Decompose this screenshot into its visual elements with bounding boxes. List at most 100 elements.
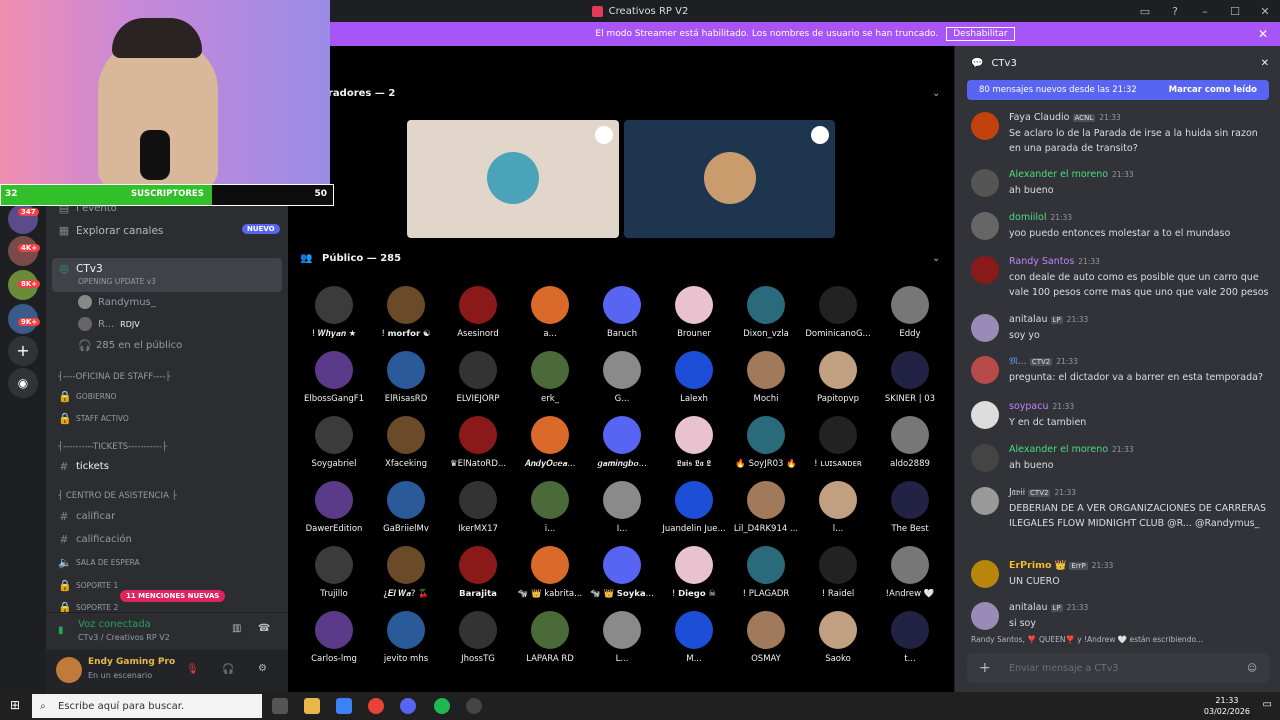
audience-member[interactable]: !Andrew 🤍	[874, 546, 946, 610]
channel-soporte1[interactable]: SOPORTE 1	[76, 581, 118, 590]
message-author[interactable]: Alexander el moreno	[1009, 169, 1108, 180]
channel-tickets[interactable]: tickets	[76, 461, 109, 472]
channel-soporte2[interactable]: SOPORTE 2	[76, 603, 118, 612]
speaker-card[interactable]	[407, 120, 619, 238]
audience-member[interactable]: SKINER | 03	[874, 351, 946, 415]
audience-member[interactable]: i...	[514, 481, 586, 545]
maximize-button[interactable]: ☐	[1220, 5, 1250, 18]
explore-channels[interactable]: Explorar canales	[76, 225, 163, 237]
disable-streamer-button[interactable]: Deshabilitar	[946, 27, 1015, 41]
taskbar-search[interactable]: ⌕ Escribe aquí para buscar.	[32, 694, 262, 718]
avatar[interactable]	[971, 314, 999, 342]
message-author[interactable]: J𝔞𝔳𝔦𝔦	[1009, 487, 1025, 498]
channel-sala[interactable]: SALA DE ESPERA	[76, 558, 140, 567]
audience-member[interactable]: JhossTG	[442, 611, 514, 675]
settings-icon[interactable]: ⚙	[258, 663, 267, 674]
message-author[interactable]: soypacu	[1009, 401, 1048, 412]
obs-icon[interactable]	[466, 698, 482, 714]
avatar[interactable]	[971, 487, 999, 515]
audience-member[interactable]: l...	[802, 481, 874, 545]
audience-member[interactable]: ! PLAGADR	[730, 546, 802, 610]
audience-member[interactable]: Lalexh	[658, 351, 730, 415]
explorer-icon[interactable]	[304, 698, 320, 714]
message-author[interactable]: 𝔐...	[1009, 356, 1027, 367]
speaker-card[interactable]	[624, 120, 835, 238]
audience-member[interactable]: ElRisasRD	[370, 351, 442, 415]
explore-icon[interactable]: ◉	[8, 368, 38, 398]
user-name[interactable]: Endy Gaming Pro	[88, 657, 175, 667]
message-author[interactable]: Alexander el moreno	[1009, 444, 1108, 455]
audience-member[interactable]: 𝗕𝗮𝗿𝗮𝗷𝗶𝘁𝗮	[442, 546, 514, 610]
chrome-icon[interactable]	[368, 698, 384, 714]
channel-calificar[interactable]: calificar	[76, 511, 115, 522]
close-banner-icon[interactable]: ✕	[1258, 27, 1268, 41]
audience-member[interactable]: erk_	[514, 351, 586, 415]
audience-member[interactable]: M...	[658, 611, 730, 675]
audience-member[interactable]: OSMAY	[730, 611, 802, 675]
avatar[interactable]	[971, 169, 999, 197]
collapse-icon[interactable]: ⌄	[932, 253, 940, 264]
audience-member[interactable]: 🐄 👑 𝗦𝗼𝘆𝗸𝗮...	[586, 546, 658, 610]
message-author[interactable]: 𝗘𝗿𝗣𝗿𝗶𝗺𝗼 👑	[1009, 560, 1066, 571]
start-icon[interactable]: ⊞	[10, 698, 20, 712]
audience-member[interactable]: Trujillo	[298, 546, 370, 610]
audience-member[interactable]: Soygabriel	[298, 416, 370, 480]
channel-gobierno[interactable]: GOBIERNO	[76, 392, 117, 401]
audience-member[interactable]: ! 𝗗𝗶𝗲𝗴𝗼 ☠	[658, 546, 730, 610]
close-chat-icon[interactable]: ✕	[1261, 58, 1269, 69]
avatar[interactable]	[971, 560, 999, 588]
soundboard-icon[interactable]: ▥	[232, 623, 241, 634]
audience-member[interactable]: DawerEdition	[298, 481, 370, 545]
discord-icon[interactable]	[400, 698, 416, 714]
audience-member[interactable]: 𝕷𝖚𝖎𝖘 𝕷𝖆 𝕷	[658, 416, 730, 480]
audience-member[interactable]: 🐄 👑 kabrita...	[514, 546, 586, 610]
minimize-button[interactable]: –	[1190, 5, 1220, 18]
audience-member[interactable]: 🔥 SoyJR03 🔥	[730, 416, 802, 480]
audience-member[interactable]: Xfaceking	[370, 416, 442, 480]
taskview-icon[interactable]	[272, 698, 288, 714]
emoji-icon[interactable]: ☺	[1247, 663, 1257, 674]
message-author[interactable]: anitalau	[1009, 314, 1048, 325]
audience-member[interactable]: Asesinord	[442, 286, 514, 350]
disconnect-icon[interactable]: ☎	[258, 623, 270, 634]
audience-member[interactable]: ELVIEJORP	[442, 351, 514, 415]
add-server-icon[interactable]: +	[8, 336, 38, 366]
avatar[interactable]	[971, 256, 999, 284]
avatar[interactable]	[971, 112, 999, 140]
message-author[interactable]: anitalau	[1009, 602, 1048, 613]
close-button[interactable]: ✕	[1250, 5, 1280, 18]
spotify-icon[interactable]	[434, 698, 450, 714]
audience-member[interactable]: 𝒈𝒂𝒎𝒊𝒏𝒈𝒃𝒐...	[586, 416, 658, 480]
audience-member[interactable]: Juandelin Jue...	[658, 481, 730, 545]
audience-member[interactable]: Baruch	[586, 286, 658, 350]
audience-member[interactable]: ! 𝑾𝒉𝒚𝒂𝒏 ★	[298, 286, 370, 350]
channel-staff[interactable]: STAFF ACTIVO	[76, 414, 129, 423]
audience-member[interactable]: The Best	[874, 481, 946, 545]
speaker-name[interactable]: Randymus_	[98, 297, 156, 308]
audience-member[interactable]: ! ʟᴜɪsᴀɴᴅᴇʀ	[802, 416, 874, 480]
mark-read-button[interactable]: Marcar como leído	[1169, 85, 1257, 95]
audience-member[interactable]: a...	[514, 286, 586, 350]
audience-member[interactable]: ♛ElNatoRD...	[442, 416, 514, 480]
audience-member[interactable]: jevito mhs	[370, 611, 442, 675]
audience-member[interactable]: 𝑨𝒏𝒅𝒚𝑶𝒄𝒆𝒂...	[514, 416, 586, 480]
audience-member[interactable]: I...	[586, 481, 658, 545]
speaker-name[interactable]: R...	[98, 319, 114, 330]
avatar[interactable]	[971, 212, 999, 240]
inbox-icon[interactable]: ▭	[1130, 5, 1160, 18]
message-author[interactable]: domiilol	[1009, 212, 1046, 223]
audience-member[interactable]: ¿𝑬𝒍 𝑾𝒂? 🍒	[370, 546, 442, 610]
audience-member[interactable]: Mochi	[730, 351, 802, 415]
add-attachment-icon[interactable]: +	[979, 660, 991, 676]
avatar[interactable]	[971, 356, 999, 384]
audience-member[interactable]: t...	[874, 611, 946, 675]
stage-channel-name[interactable]: CTv3	[76, 263, 103, 275]
audience-member[interactable]: Carlos-lmg	[298, 611, 370, 675]
audience-member[interactable]: L...	[586, 611, 658, 675]
category-asistencia[interactable]: ┤ CENTRO DE ASISTENCIA ├	[58, 491, 177, 501]
category-staff[interactable]: ┤----OFICINA DE STAFF----├	[58, 372, 171, 382]
notification-icon[interactable]: ▭	[1263, 699, 1272, 710]
audience-member[interactable]: IkerMX17	[442, 481, 514, 545]
audience-member[interactable]: Eddy	[874, 286, 946, 350]
audience-member[interactable]: Lil_D4RK914 ...	[730, 481, 802, 545]
